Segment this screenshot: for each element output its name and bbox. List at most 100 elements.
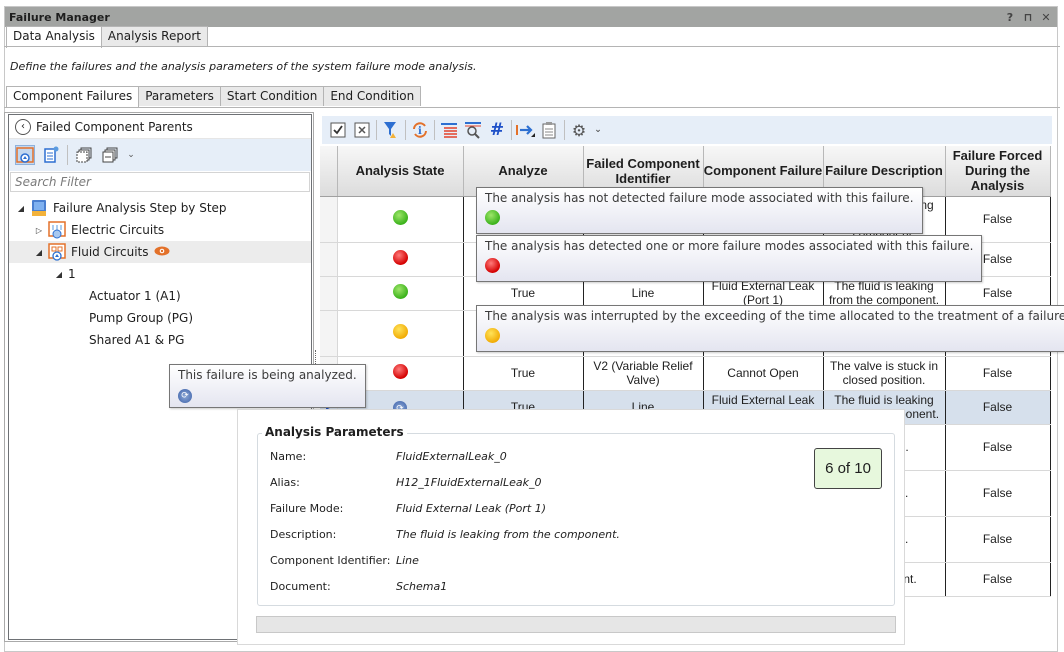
project-icon bbox=[30, 199, 48, 217]
tab-component-failures[interactable]: Component Failures bbox=[6, 86, 140, 108]
tree-item-1[interactable]: ◢ 1 bbox=[9, 263, 311, 285]
row-header[interactable] bbox=[320, 242, 338, 277]
tree-item-pump-group[interactable]: Pump Group (PG) bbox=[9, 307, 311, 329]
tree-label: Electric Circuits bbox=[71, 223, 165, 237]
table-row[interactable]: True V2 (Variable Relief Valve) Cannot Ope… bbox=[320, 356, 1051, 391]
cell-forced[interactable]: False bbox=[945, 516, 1051, 563]
cell-analysis-state[interactable] bbox=[337, 310, 464, 357]
param-alias: Alias: H12_1FluidExternalLeak_0 bbox=[270, 476, 542, 489]
back-icon[interactable]: ‹ bbox=[15, 118, 31, 135]
failed-component-parents-header[interactable]: ‹ Failed Component Parents bbox=[9, 115, 311, 139]
expand-all-icon[interactable] bbox=[74, 145, 94, 165]
col-analysis-state[interactable]: Analysis State bbox=[337, 146, 464, 197]
analysis-parameters-panel: Analysis Parameters Name: FluidExternalL… bbox=[237, 409, 905, 645]
clipboard-icon[interactable] bbox=[540, 120, 560, 140]
collapse-all-icon[interactable] bbox=[100, 145, 120, 165]
tooltip-no-failure: The analysis has not detected failure mo… bbox=[476, 187, 923, 234]
tab-analysis-report[interactable]: Analysis Report bbox=[100, 26, 208, 46]
overflow-menu-icon[interactable]: ⌄ bbox=[593, 120, 603, 140]
title-bar: Failure Manager ? ⊓ ✕ bbox=[5, 7, 1057, 27]
search-list-icon[interactable] bbox=[463, 120, 483, 140]
toolbar-separator bbox=[405, 120, 406, 140]
svg-text:i: i bbox=[418, 126, 422, 137]
analyzing-spinner-icon: ⟳ bbox=[178, 389, 192, 403]
fluid-circuit-icon bbox=[48, 243, 66, 261]
row-header-corner bbox=[320, 146, 338, 197]
cell-forced[interactable]: False bbox=[945, 390, 1051, 425]
toolbar-separator bbox=[564, 120, 565, 140]
param-failure-mode: Failure Mode: Fluid External Leak (Port … bbox=[270, 502, 546, 515]
search-filter-input[interactable]: Search Filter bbox=[10, 172, 310, 192]
row-header[interactable] bbox=[320, 310, 338, 357]
gear-icon[interactable]: ⚙ bbox=[569, 120, 589, 140]
cell-forced[interactable]: False bbox=[945, 424, 1051, 471]
tooltip-failure-detected: The analysis has detected one or more fa… bbox=[476, 235, 983, 282]
component-tree: ◢ Failure Analysis Step by Step ▷ Electr… bbox=[9, 193, 311, 351]
tab-end-condition[interactable]: End Condition bbox=[323, 86, 422, 106]
toolbar-separator bbox=[67, 145, 68, 165]
cell-forced[interactable]: False bbox=[945, 562, 1051, 597]
cell-component-failure[interactable]: Cannot Open bbox=[703, 356, 824, 391]
overflow-menu-icon[interactable]: ⌄ bbox=[126, 145, 136, 165]
yellow-status-icon bbox=[392, 324, 408, 339]
cell-analysis-state[interactable] bbox=[337, 196, 464, 243]
page-description: Define the failures and the analysis par… bbox=[10, 60, 477, 73]
tab-start-condition[interactable]: Start Condition bbox=[219, 86, 325, 106]
document-view-icon[interactable] bbox=[41, 145, 61, 165]
cell-analyze[interactable]: True bbox=[463, 356, 584, 391]
check-all-icon[interactable] bbox=[328, 120, 348, 140]
tree-label: Fluid Circuits bbox=[71, 245, 149, 259]
uncheck-all-icon[interactable] bbox=[352, 120, 372, 140]
tree-item-failure-analysis[interactable]: ◢ Failure Analysis Step by Step bbox=[9, 197, 311, 219]
tab-data-analysis[interactable]: Data Analysis bbox=[6, 26, 102, 48]
eye-icon[interactable] bbox=[154, 245, 170, 259]
red-status-icon bbox=[392, 250, 408, 265]
tooltip-analyzing: This failure is being analyzed. ⟳ bbox=[169, 364, 366, 408]
pin-icon[interactable]: ⊓ bbox=[1021, 11, 1035, 24]
export-arrow-icon[interactable] bbox=[516, 120, 536, 140]
row-header[interactable] bbox=[320, 276, 338, 311]
expanded-arrow-icon[interactable]: ◢ bbox=[33, 248, 45, 257]
progress-counter: 6 of 10 bbox=[814, 448, 882, 489]
expanded-arrow-icon[interactable]: ◢ bbox=[53, 270, 65, 279]
cell-forced[interactable]: False bbox=[945, 356, 1051, 391]
splitter-handle[interactable] bbox=[315, 350, 318, 364]
grid-toolbar: i # ⚙ ⌄ bbox=[322, 116, 1052, 144]
cell-analysis-state[interactable] bbox=[337, 242, 464, 277]
row-header[interactable] bbox=[320, 196, 338, 243]
list-lines-icon[interactable] bbox=[439, 120, 459, 140]
analysis-parameters-title: Analysis Parameters bbox=[262, 425, 407, 439]
tooltip-text: This failure is being analyzed. bbox=[178, 368, 357, 382]
toolbar-separator bbox=[511, 120, 512, 140]
sub-tab-divider bbox=[4, 107, 1060, 108]
green-status-icon bbox=[485, 210, 500, 225]
tree-label: Shared A1 & PG bbox=[89, 333, 185, 347]
expanded-arrow-icon[interactable]: ◢ bbox=[15, 204, 27, 213]
refresh-info-icon[interactable]: i bbox=[410, 120, 430, 140]
tooltip-text: The analysis has not detected failure mo… bbox=[485, 191, 914, 205]
tree-item-actuator[interactable]: Actuator 1 (A1) bbox=[9, 285, 311, 307]
col-failure-forced[interactable]: Failure Forced During the Analysis bbox=[945, 146, 1051, 197]
tab-parameters[interactable]: Parameters bbox=[138, 86, 221, 106]
green-status-icon bbox=[392, 210, 408, 225]
cell-description[interactable]: The valve is stuck in closed position. bbox=[823, 356, 946, 391]
tree-item-electric-circuits[interactable]: ▷ Electric Circuits bbox=[9, 219, 311, 241]
hash-icon[interactable]: # bbox=[487, 120, 507, 140]
filter-icon[interactable] bbox=[381, 120, 401, 140]
tree-item-shared[interactable]: Shared A1 & PG bbox=[9, 329, 311, 351]
cell-forced[interactable]: False bbox=[945, 470, 1051, 517]
param-document: Document: Schema1 bbox=[270, 580, 448, 593]
tree-item-fluid-circuits[interactable]: ◢ Fluid Circuits bbox=[9, 241, 311, 263]
collapsed-arrow-icon[interactable]: ▷ bbox=[33, 226, 45, 235]
tooltip-interrupted: The analysis was interrupted by the exce… bbox=[476, 305, 1064, 352]
tab-divider bbox=[4, 46, 1060, 47]
cell-identifier[interactable]: V2 (Variable Relief Valve) bbox=[583, 356, 704, 391]
top-tabs: Data Analysis Analysis Report bbox=[6, 26, 208, 48]
close-icon[interactable]: ✕ bbox=[1039, 11, 1053, 24]
circuit-view-icon[interactable] bbox=[15, 145, 35, 165]
sub-tabs: Component Failures Parameters Start Cond… bbox=[6, 86, 422, 108]
param-component-identifier: Component Identifier: Line bbox=[270, 554, 419, 567]
cell-analysis-state[interactable] bbox=[337, 276, 464, 311]
tooltip-text: The analysis has detected one or more fa… bbox=[485, 239, 974, 253]
help-icon[interactable]: ? bbox=[1003, 11, 1017, 24]
